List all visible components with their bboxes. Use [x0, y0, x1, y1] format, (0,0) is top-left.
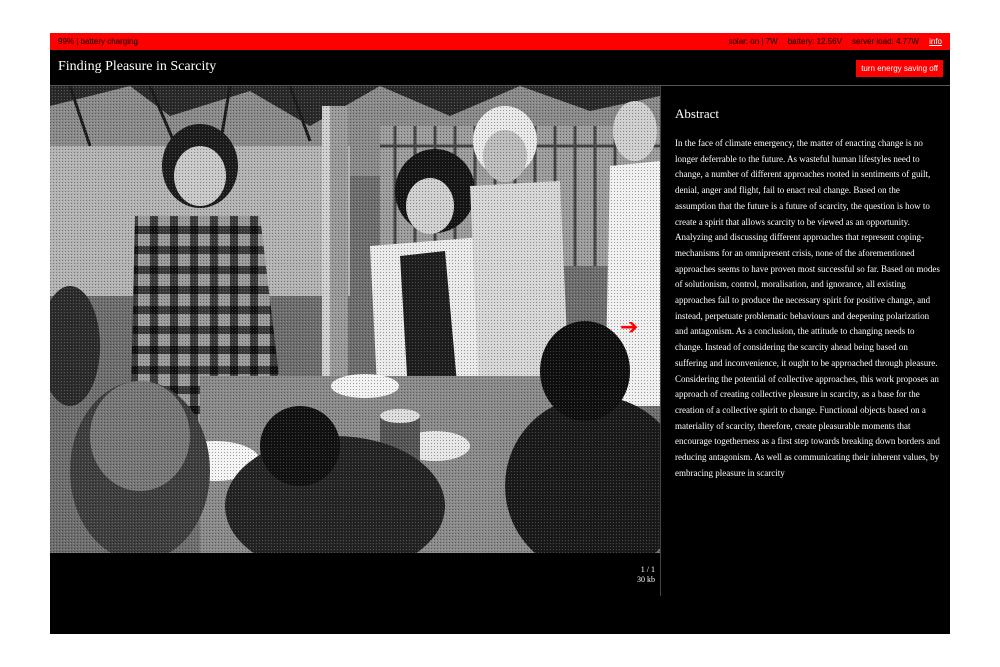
battery-status-text: 99% | battery charging	[58, 37, 138, 46]
abstract-paragraph-1: In the face of climate emergency, the ma…	[675, 138, 940, 368]
server-load-readout: server load: 4.77W	[851, 37, 920, 46]
battery-readout: battery: 12.56V	[787, 37, 842, 46]
energy-saving-toggle-button[interactable]: turn energy saving off	[856, 60, 943, 77]
image-meta: 1 / 1 30 kb	[610, 565, 655, 585]
app-frame: 99% | battery charging solar: on | 7W ba…	[50, 33, 950, 634]
abstract-panel[interactable]: Abstract In the face of climate emergenc…	[675, 86, 940, 596]
right-arrow-icon[interactable]: ➔	[620, 317, 638, 339]
header: Finding Pleasure in Scarcity turn energy…	[50, 50, 950, 85]
abstract-paragraph-2: Considering the potential of collective …	[675, 373, 940, 478]
energy-status-bar: 99% | battery charging solar: on | 7W ba…	[50, 33, 950, 50]
dithered-photo	[50, 86, 660, 553]
column-divider	[660, 86, 661, 596]
info-link[interactable]: info	[929, 33, 942, 50]
abstract-heading: Abstract	[675, 106, 720, 121]
file-size: 30 kb	[637, 575, 655, 584]
page-title: Finding Pleasure in Scarcity	[58, 59, 217, 74]
page-indicator: 1 / 1	[640, 565, 655, 574]
status-readouts: solar: on | 7W battery: 12.56V server lo…	[728, 33, 942, 50]
solar-readout: solar: on | 7W	[728, 37, 778, 46]
